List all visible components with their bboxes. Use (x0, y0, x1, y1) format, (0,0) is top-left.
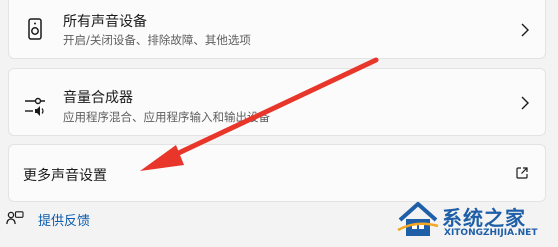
feedback-label: 提供反馈 (38, 214, 91, 229)
card-description: 开启/关闭设备、排除故障、其他选项 (63, 33, 251, 47)
feedback-icon (6, 211, 24, 225)
chevron-right-icon (521, 23, 529, 37)
volume-mixer-card[interactable]: 音量合成器 应用程序混合、应用程序输入和输出设备 (8, 68, 546, 136)
external-link-icon (516, 167, 528, 179)
more-sound-settings-card[interactable]: 更多声音设置 (8, 144, 546, 202)
volume-mixer-icon (25, 97, 45, 116)
watermark-brand: 系统之家 (442, 206, 526, 230)
card-title: 更多声音设置 (23, 168, 107, 184)
card-title: 音量合成器 (63, 90, 133, 106)
watermark-domain: XITONGZHIJIA.NET (444, 228, 538, 238)
all-sound-devices-card[interactable]: 所有声音设备 开启/关闭设备、排除故障、其他选项 (8, 0, 546, 59)
chevron-right-icon (521, 96, 529, 110)
watermark: 系统之家 XITONGZHIJIA.NET (396, 198, 554, 244)
house-logo-icon (397, 202, 439, 236)
card-title: 所有声音设备 (63, 14, 147, 30)
card-description: 应用程序混合、应用程序输入和输出设备 (63, 110, 270, 124)
speaker-device-icon (28, 18, 42, 40)
